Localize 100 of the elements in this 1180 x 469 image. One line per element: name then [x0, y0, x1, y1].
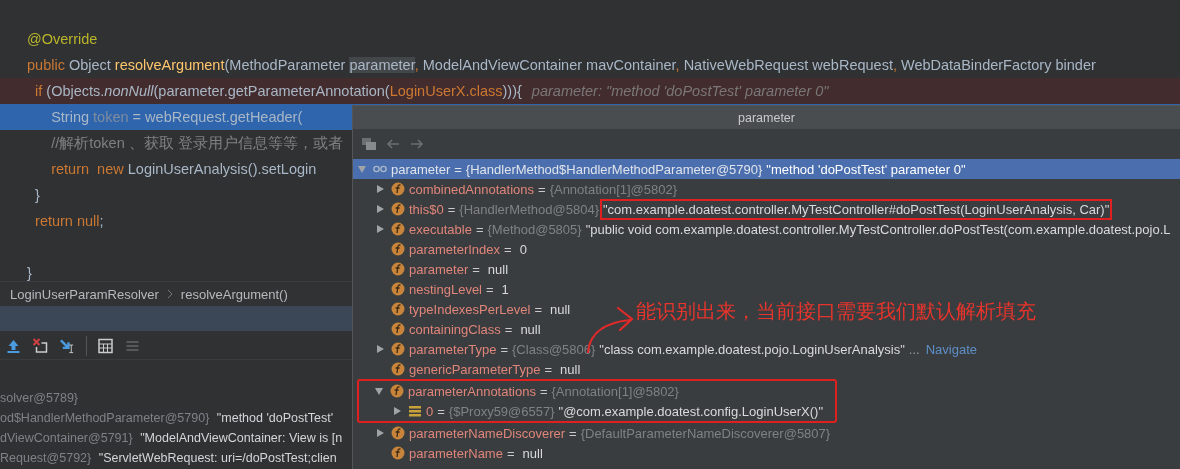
variable-value: "com.example.doatest.controller.MyTestController#doPostTest(LoginUserAnalysis, Car)" [603, 201, 1110, 217]
arrow-cursor-icon[interactable] [59, 338, 76, 354]
code-text: nonNull [104, 83, 154, 99]
expand-arrow-icon[interactable] [375, 224, 385, 234]
object-reference: {$Proxy59@6557} [448, 403, 555, 419]
equals-sign: = [475, 221, 484, 237]
field-icon [391, 242, 405, 256]
variable-name: parameter [391, 161, 451, 177]
expand-arrow-icon[interactable] [375, 204, 385, 214]
code-annotation: @Override [27, 31, 98, 47]
code-text: ; [99, 213, 104, 229]
breadcrumb-item[interactable]: LoginUserParamResolver [10, 286, 159, 302]
variable-name: this$0 [409, 201, 444, 217]
object-reference: {Annotation[1]@5802} [551, 383, 679, 399]
tree-row[interactable]: parameterIndex = 0 [371, 239, 527, 259]
equals-sign: = [569, 425, 577, 441]
upload-arrow-icon[interactable] [5, 338, 22, 354]
code-comment: //解析token 、获取 登录用户信息等等，或者 [50, 135, 343, 151]
equals-sign: = [504, 241, 512, 257]
variable-name: combinedAnnotations [409, 181, 535, 197]
equals-sign: = [472, 261, 480, 277]
field-icon [391, 202, 405, 216]
variable-value: "method 'doPostTest' [216, 411, 334, 425]
code-text: token [93, 109, 129, 125]
expand-arrow-icon[interactable] [392, 406, 402, 416]
expand-arrow-icon[interactable] [375, 428, 385, 438]
tree-row[interactable]: 0 = {$Proxy59@6557} "@com.example.doatest.config.LoginUserX()" [388, 401, 824, 421]
variable-value: "class com.example.doatest.pojo.LoginUserAnalysis" [599, 341, 905, 357]
variable-name: containingClass [409, 321, 501, 337]
tree-row[interactable]: this$0 = {HandlerMethod@5804} "com.example.doatest.controller.MyTestController#doPostTest(LoginUserAnalysis, Car)" [371, 199, 1110, 219]
variable-value: "ServletWebRequest: uri=/doPostTest;clien [98, 451, 337, 465]
tree-row[interactable]: executable = {Method@5805} "public void com.example.doatest.controller.MyTestController.doPostTest(com.example.doatest.pojo.L [371, 219, 1171, 239]
code-keyword: , [675, 57, 681, 73]
object-reference: {HandlerMethod@5804} [459, 201, 599, 217]
code-text: LoginUserAnalysis().setLogin [127, 161, 317, 177]
tree-row[interactable]: nestingLevel = 1 [371, 279, 509, 299]
ellipsis-text: ... [908, 341, 920, 357]
expand-arrow-icon[interactable] [374, 386, 384, 396]
field-icon [391, 182, 405, 196]
tree-row[interactable]: combinedAnnotations = {Annotation[1]@5802} [371, 179, 678, 199]
stack-icon[interactable] [361, 136, 377, 152]
code-text: parameter [349, 57, 415, 73]
variable-value: 1 [501, 281, 509, 297]
equals-sign: = [506, 445, 515, 461]
tree-row[interactable]: containingClass = null [371, 319, 541, 339]
code-text: ModelAndViewContainer mavContainer [422, 57, 676, 73]
tree-row[interactable]: parameter = {HandlerMethod$HandlerMethodParameter@5790} "method 'doPostTest' parameter 0" [353, 159, 1180, 179]
object-reference: dViewContainer@5791} [0, 431, 133, 445]
object-reference: Request@5792} [0, 451, 92, 465]
tree-row[interactable]: parameterAnnotations = {Annotation[1]@5802} [370, 381, 679, 401]
annotation-note: 能识别出来，当前接口需要我们默认解析填充 [636, 298, 1036, 325]
tree-row[interactable]: genericParameterType = null [371, 359, 581, 379]
variable-value: "public void com.example.doatest.controller.MyTestController.doPostTest(com.example.doatest.pojo.L [585, 221, 1171, 237]
list-icon [408, 404, 422, 418]
tree-row[interactable]: parameterName = null [371, 443, 543, 463]
popup-title: parameter [738, 110, 795, 125]
field-icon [391, 222, 405, 236]
table-icon[interactable] [97, 338, 114, 354]
code-text: ))){ [502, 83, 522, 99]
variable-value: null [550, 301, 571, 317]
field-icon [391, 282, 405, 296]
field-icon [390, 384, 404, 398]
variable-value: null [560, 361, 581, 377]
field-icon [391, 322, 405, 336]
code-keyword: LoginUserX.class [389, 83, 503, 99]
inline-value-hint: parameter: "method 'doPostTest' parameter 0" [531, 83, 829, 99]
variable-name: parameterIndex [409, 241, 501, 257]
object-reference: solver@5789} [0, 391, 78, 405]
frame-x-icon[interactable] [32, 338, 49, 354]
variable-name: parameterAnnotations [408, 383, 536, 399]
expand-arrow-icon[interactable] [375, 344, 385, 354]
variable-name: nestingLevel [409, 281, 482, 297]
variable-name: 0 [426, 403, 434, 419]
variable-name: parameterName [409, 445, 503, 461]
object-reference: {HandlerMethod$HandlerMethodParameter@5790} [465, 161, 763, 177]
field-icon [391, 342, 405, 356]
equals-sign: = [534, 301, 542, 317]
field-icon [391, 262, 405, 276]
variable-value: 0 [519, 241, 527, 257]
breadcrumb-item[interactable]: resolveArgument() [180, 286, 288, 302]
variable-value: null [487, 261, 509, 277]
tree-row[interactable]: parameter = null [371, 259, 509, 279]
variable-value: null [520, 321, 541, 337]
variable-name: typeIndexesPerLevel [409, 301, 531, 317]
code-method: resolveArgument [114, 57, 225, 73]
equals-sign: = [504, 321, 513, 337]
equals-sign: = [447, 201, 456, 217]
code-keyword: , [892, 57, 898, 73]
code-text: WebDataBinderFactory binder [901, 57, 1096, 73]
equals-sign: = [500, 341, 509, 357]
code-text: (Objects. [46, 83, 105, 99]
variable-value: "@com.example.doatest.config.LoginUserX()" [558, 403, 824, 419]
equals-sign: = [544, 361, 553, 377]
variable-value: null [522, 445, 543, 461]
expand-arrow-icon[interactable] [375, 184, 385, 194]
tree-row[interactable]: typeIndexesPerLevel = null [371, 299, 571, 319]
code-keyword: if [34, 83, 44, 99]
code-text: = webRequest.getHeader( [131, 109, 303, 125]
tree-row[interactable]: parameterNameDiscoverer = {DefaultParameterNameDiscoverer@5807} [371, 423, 831, 443]
code-text: String [50, 109, 91, 125]
